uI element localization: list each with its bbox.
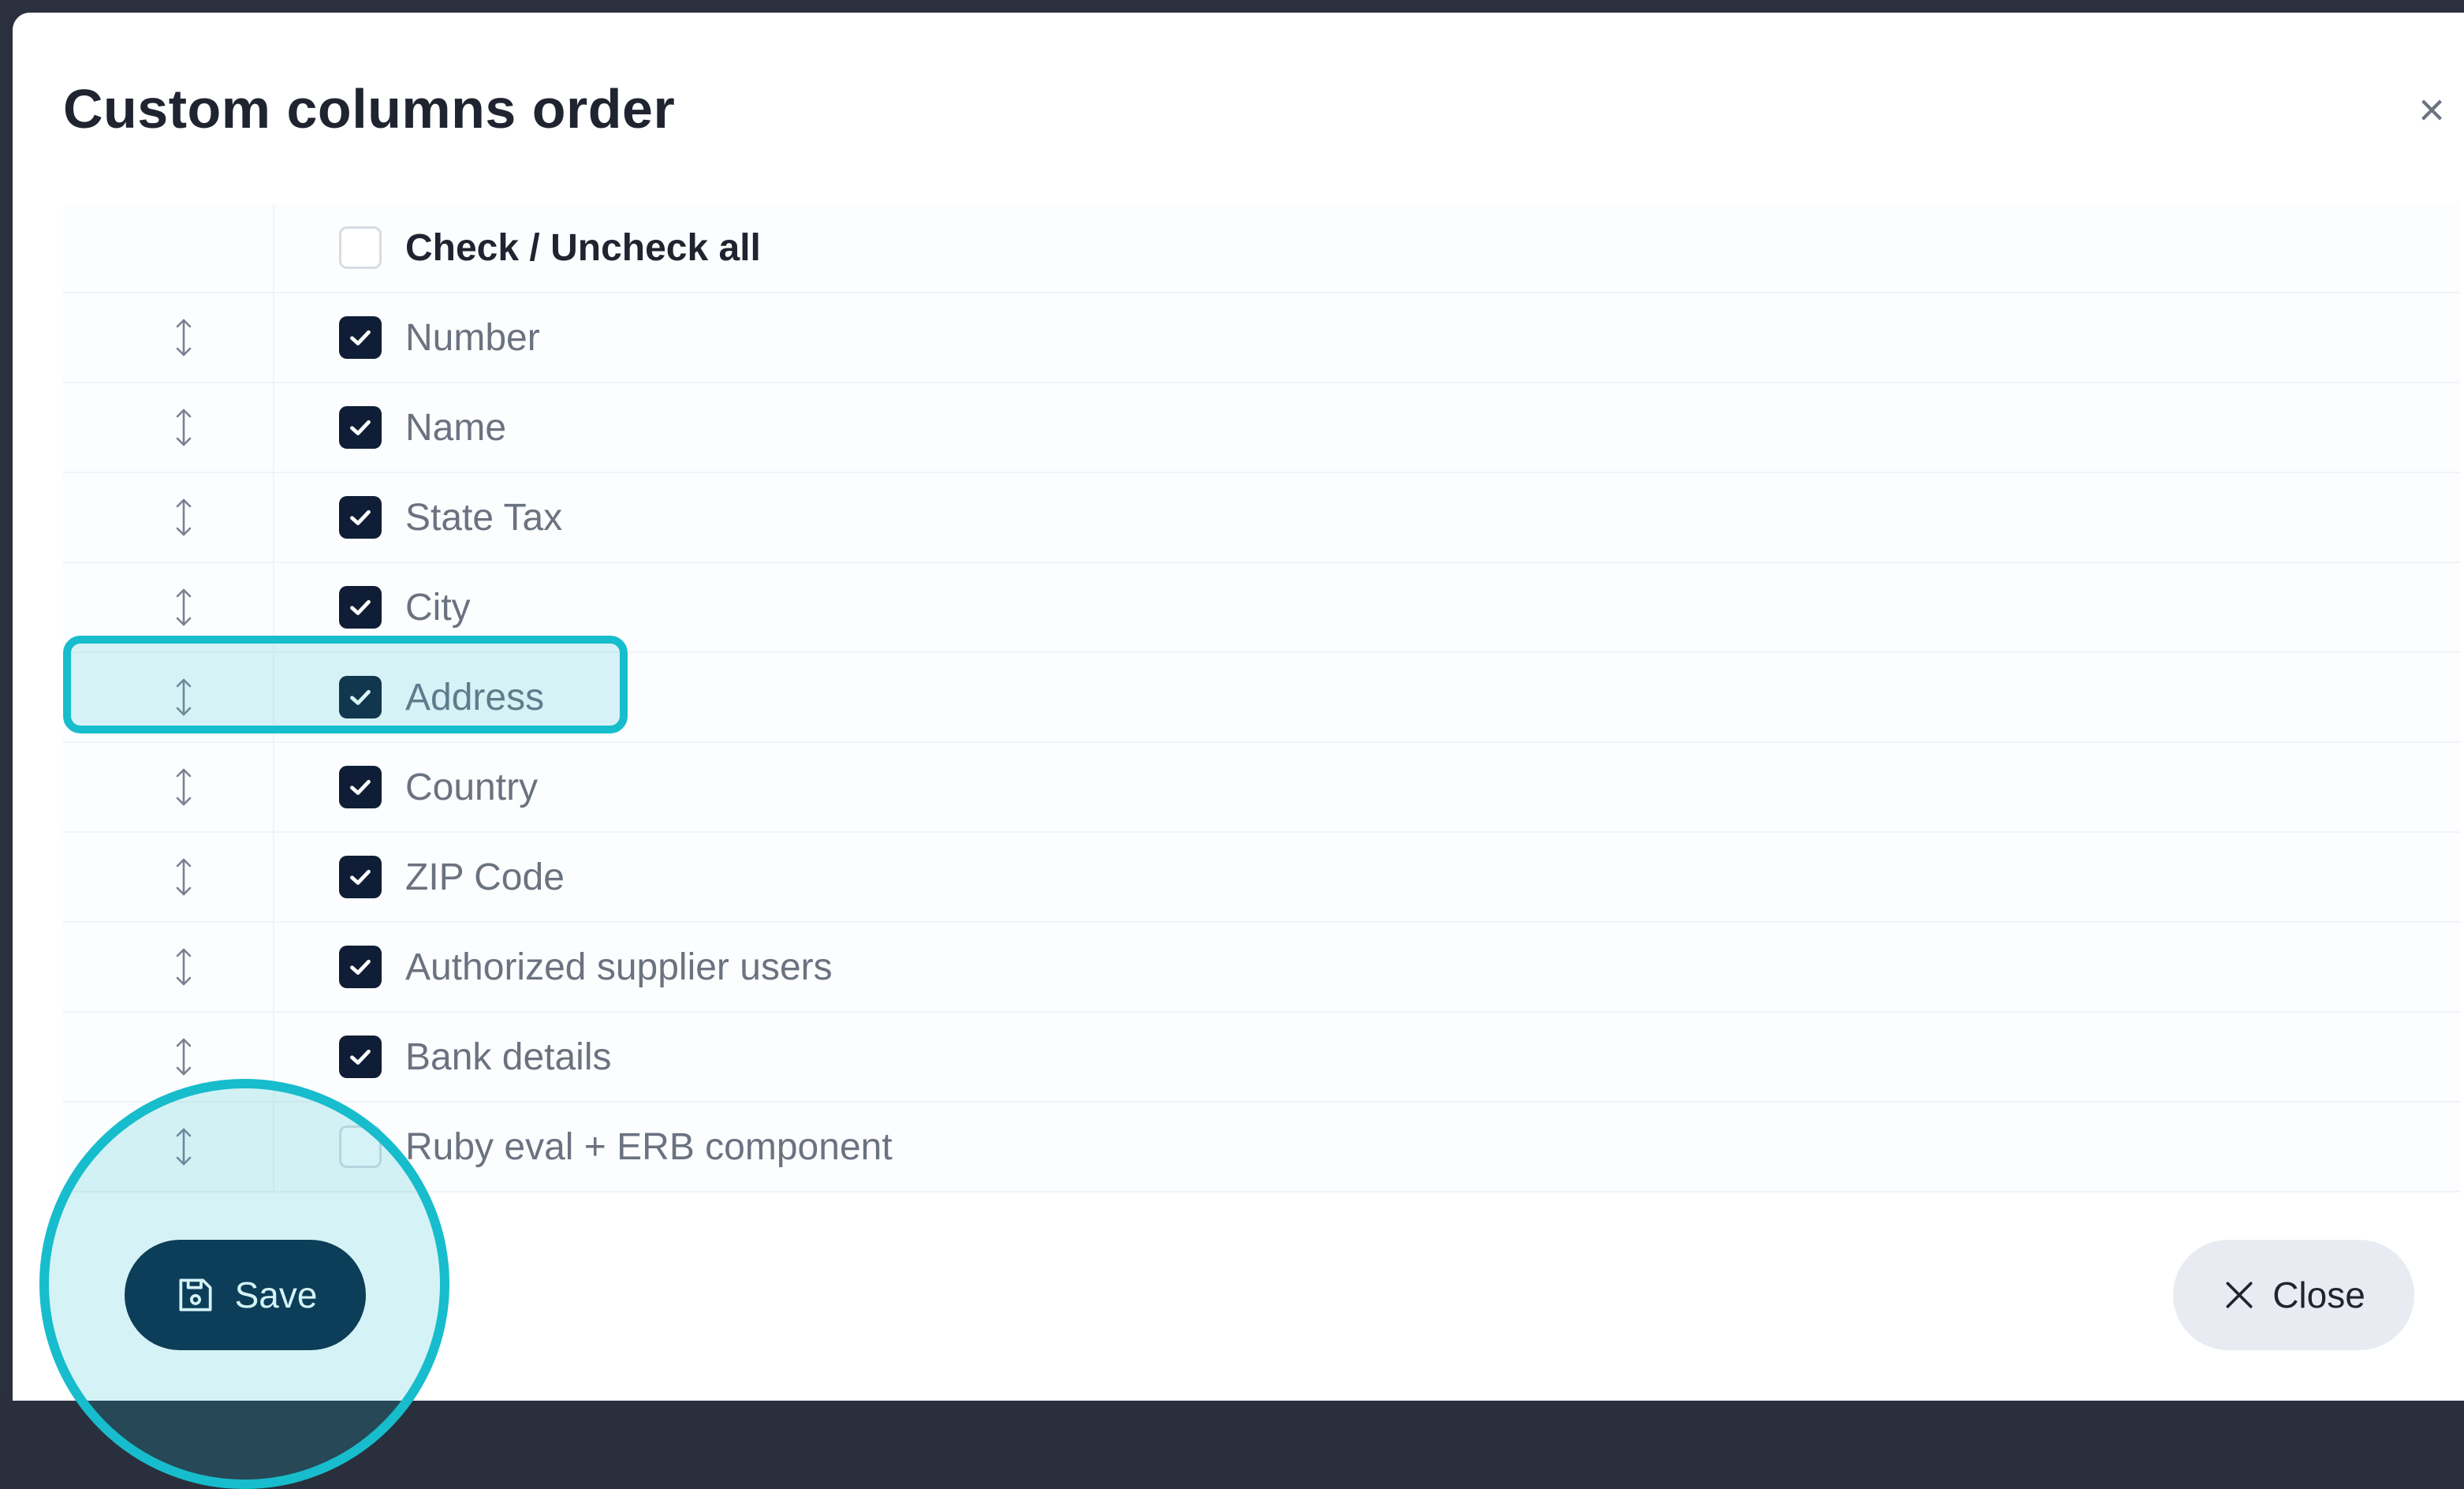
grip-cell [63, 1103, 274, 1191]
grip-cell [63, 833, 274, 921]
column-row: Country [63, 743, 2460, 833]
column-label[interactable]: Ruby eval + ERB component [405, 1125, 893, 1170]
close-button[interactable]: Close [2173, 1240, 2414, 1350]
modal-close-icon[interactable]: × [2413, 88, 2451, 133]
column-label[interactable]: Name [405, 405, 506, 451]
column-checkbox[interactable] [339, 496, 382, 539]
close-button-label: Close [2272, 1274, 2365, 1315]
grip-cell [63, 563, 274, 651]
modal-title: Custom columns order [63, 78, 676, 140]
column-row: Address [63, 653, 2460, 743]
column-row: Ruby eval + ERB component [63, 1103, 2460, 1192]
drag-handle-icon[interactable] [172, 407, 196, 448]
column-label[interactable]: Country [405, 765, 538, 811]
column-label[interactable]: ZIP Code [405, 855, 565, 901]
drag-handle-icon[interactable] [172, 1126, 196, 1167]
grip-cell [63, 383, 274, 472]
column-row: Name [63, 383, 2460, 473]
column-checkbox[interactable] [339, 856, 382, 898]
column-checkbox[interactable] [339, 1036, 382, 1078]
save-button[interactable]: Save [125, 1240, 366, 1350]
drag-handle-icon[interactable] [172, 767, 196, 808]
drag-handle-icon[interactable] [172, 856, 196, 898]
close-icon [2226, 1282, 2253, 1308]
save-button-label: Save [234, 1274, 318, 1315]
floppy-disk-icon [179, 1278, 212, 1312]
column-label[interactable]: Number [405, 315, 540, 361]
column-row: Bank details [63, 1013, 2460, 1103]
grip-cell [63, 653, 274, 741]
column-row: Number [63, 293, 2460, 383]
column-label[interactable]: Address [405, 675, 544, 721]
column-checkbox[interactable] [339, 316, 382, 359]
grip-cell [63, 473, 274, 562]
drag-handle-icon[interactable] [172, 317, 196, 358]
column-checkbox[interactable] [339, 766, 382, 808]
grip-cell [63, 923, 274, 1011]
custom-columns-modal: Custom columns order × Check / Uncheck a… [13, 13, 2464, 1401]
column-label[interactable]: Authorized supplier users [405, 945, 833, 991]
drag-handle-icon[interactable] [172, 946, 196, 987]
grip-cell [63, 293, 274, 382]
column-checkbox[interactable] [339, 946, 382, 988]
drag-handle-icon[interactable] [172, 497, 196, 538]
check-all-label[interactable]: Check / Uncheck all [405, 226, 761, 271]
drag-handle-icon[interactable] [172, 677, 196, 718]
column-label[interactable]: City [405, 585, 471, 631]
columns-list: Check / Uncheck all Number Name State Tax C… [63, 203, 2460, 1192]
column-label[interactable]: Bank details [405, 1035, 612, 1080]
column-checkbox[interactable] [339, 406, 382, 449]
column-row: City [63, 563, 2460, 653]
column-checkbox[interactable] [339, 586, 382, 629]
check-all-checkbox[interactable] [339, 226, 382, 269]
column-checkbox[interactable] [339, 1125, 382, 1168]
grip-cell [63, 743, 274, 831]
grip-cell [63, 1013, 274, 1101]
column-row: State Tax [63, 473, 2460, 563]
drag-handle-icon[interactable] [172, 1036, 196, 1077]
column-row: ZIP Code [63, 833, 2460, 923]
check-all-row: Check / Uncheck all [63, 203, 2460, 293]
drag-handle-icon[interactable] [172, 587, 196, 628]
grip-cell [63, 203, 274, 292]
column-label[interactable]: State Tax [405, 495, 562, 541]
column-row: Authorized supplier users [63, 923, 2460, 1013]
column-checkbox[interactable] [339, 676, 382, 718]
